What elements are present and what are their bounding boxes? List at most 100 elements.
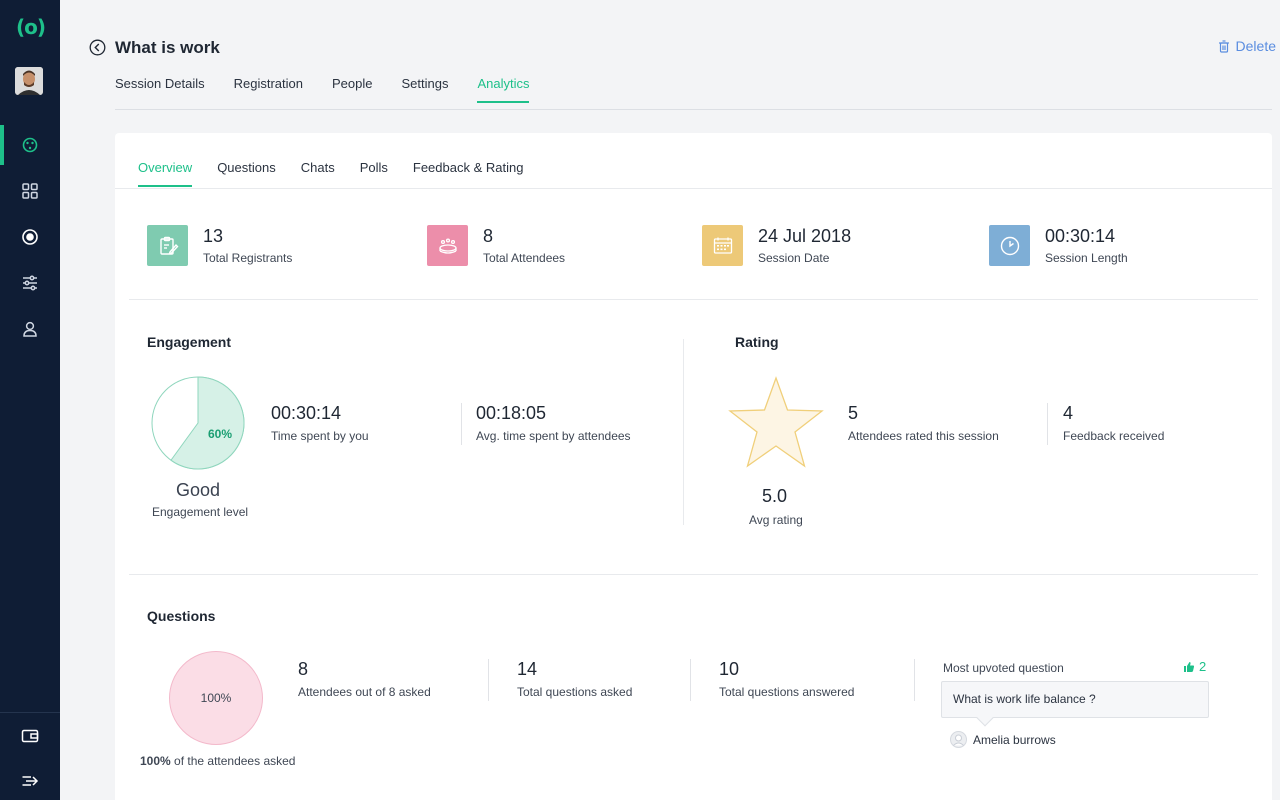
- calendar-icon: [702, 225, 743, 266]
- sidebar-item-profile[interactable]: [0, 309, 60, 349]
- questions-asked-caption: 100% of the attendees asked: [140, 754, 295, 768]
- subtabs-divider: [115, 188, 1272, 189]
- total-asked-value: 14: [517, 659, 538, 679]
- total-answered-value: 10: [719, 659, 740, 679]
- avg-rating-value: 5.0: [762, 486, 788, 506]
- time-spent-value: 00:30:14: [271, 403, 342, 423]
- metric-separator: [914, 659, 915, 701]
- most-upvoted-question[interactable]: What is work life balance ?: [941, 681, 1209, 718]
- attendees-table-icon: [427, 225, 468, 266]
- avg-time-value: 00:18:05: [476, 403, 547, 423]
- sidebar-item-wallet[interactable]: [0, 716, 60, 756]
- tab-settings[interactable]: Settings: [401, 76, 448, 103]
- question-text: What is work life balance ?: [953, 692, 1096, 706]
- question-author: Amelia burrows: [950, 731, 1056, 748]
- clock-icon: [989, 225, 1030, 266]
- subtab-polls[interactable]: Polls: [360, 160, 388, 187]
- main-tabs: Session Details Registration People Sett…: [115, 76, 558, 103]
- delete-label: Delete: [1235, 38, 1276, 54]
- total-asked-label: Total questions asked: [517, 685, 633, 699]
- delete-button[interactable]: Delete: [1218, 38, 1276, 54]
- metric-separator: [461, 403, 462, 445]
- tab-registration[interactable]: Registration: [234, 76, 303, 103]
- subtab-chats[interactable]: Chats: [301, 160, 335, 187]
- stat-value: 00:30:14: [1045, 226, 1116, 246]
- stat-value: 8: [483, 226, 494, 246]
- subtab-feedback-rating[interactable]: Feedback & Rating: [413, 160, 524, 187]
- stat-label: Total Attendees: [483, 251, 566, 265]
- engagement-pie-chart: [151, 376, 245, 470]
- metric-separator: [488, 659, 489, 701]
- record-icon: [22, 229, 38, 245]
- palette-icon: [22, 137, 38, 153]
- author-name: Amelia burrows: [973, 732, 1056, 747]
- avg-rating-label: Avg rating: [749, 513, 803, 527]
- analytics-card: Overview Questions Chats Polls Feedback …: [115, 133, 1272, 800]
- attendees-asked-value: 8: [298, 659, 309, 679]
- questions-percent-circle: 100%: [169, 651, 263, 745]
- stat-session-length: 00:30:14 Session Length: [989, 225, 1128, 266]
- tabs-divider: [115, 109, 1272, 110]
- grid-icon: [22, 183, 38, 199]
- questions-asked-text: of the attendees asked: [170, 754, 296, 768]
- clipboard-edit-icon: [147, 225, 188, 266]
- stat-session-date: 24 Jul 2018 Session Date: [702, 225, 851, 266]
- questions-percent: 100%: [200, 691, 232, 705]
- sidebar: (o): [0, 0, 60, 800]
- sliders-icon: [23, 275, 37, 291]
- back-arrow-icon[interactable]: [89, 39, 106, 56]
- questions-title: Questions: [147, 608, 216, 624]
- questions-asked-bold: 100%: [140, 754, 171, 768]
- attendees-asked-label: Attendees out of 8 asked: [298, 685, 431, 699]
- stat-label: Total Registrants: [203, 251, 293, 265]
- stat-label: Session Length: [1045, 251, 1128, 265]
- author-avatar-icon: [950, 731, 967, 748]
- rating-star-icon: [728, 376, 824, 468]
- rating-title: Rating: [735, 334, 779, 350]
- avatar[interactable]: [15, 67, 43, 95]
- section-divider: [129, 299, 1258, 300]
- sidebar-divider: [0, 712, 60, 713]
- engagement-level: Good: [176, 480, 221, 500]
- rated-count-label: Attendees rated this session: [848, 429, 999, 443]
- subtab-questions[interactable]: Questions: [217, 160, 276, 187]
- most-upvoted-heading: Most upvoted question: [943, 661, 1064, 675]
- stat-total-registrants: 13 Total Registrants: [147, 225, 292, 266]
- thumbs-up-icon: [1184, 661, 1195, 672]
- stat-value: 24 Jul 2018: [758, 226, 852, 246]
- feedback-count-value: 4: [1063, 403, 1074, 423]
- upvote-count: 2: [1183, 659, 1206, 674]
- engagement-title: Engagement: [147, 334, 232, 350]
- section-divider: [129, 574, 1258, 575]
- user-icon: [23, 321, 37, 337]
- metric-separator: [1047, 403, 1048, 445]
- upvote-count-value: 2: [1199, 659, 1207, 674]
- tab-people[interactable]: People: [332, 76, 372, 103]
- wallet-icon: [21, 729, 39, 743]
- stat-label: Session Date: [758, 251, 830, 265]
- page-title: What is work: [115, 38, 220, 57]
- sidebar-item-live[interactable]: [0, 217, 60, 257]
- stat-total-attendees: 8 Total Attendees: [427, 225, 565, 266]
- tab-analytics[interactable]: Analytics: [477, 76, 530, 103]
- feedback-count-label: Feedback received: [1063, 429, 1165, 443]
- total-answered-label: Total questions answered: [719, 685, 855, 699]
- tab-session-details[interactable]: Session Details: [115, 76, 205, 103]
- sidebar-item-apps[interactable]: [0, 171, 60, 211]
- sidebar-item-settings[interactable]: [0, 263, 60, 303]
- engagement-level-label: Engagement level: [152, 505, 249, 519]
- section-vertical-divider: [683, 339, 684, 525]
- collapse-arrow-icon: [22, 776, 39, 786]
- subtab-overview[interactable]: Overview: [138, 160, 193, 187]
- sidebar-collapse-button[interactable]: [0, 761, 60, 800]
- metric-separator: [690, 659, 691, 701]
- trash-icon: [1218, 39, 1229, 53]
- sidebar-item-dashboard[interactable]: [0, 125, 60, 165]
- rated-count-value: 5: [848, 403, 859, 423]
- app-logo[interactable]: (o): [16, 14, 46, 40]
- avg-time-label: Avg. time spent by attendees: [476, 429, 631, 443]
- stat-value: 13: [203, 226, 224, 246]
- engagement-percent: 60%: [208, 427, 233, 441]
- sub-tabs: Overview Questions Chats Polls Feedback …: [138, 160, 548, 187]
- time-spent-label: Time spent by you: [271, 429, 369, 443]
